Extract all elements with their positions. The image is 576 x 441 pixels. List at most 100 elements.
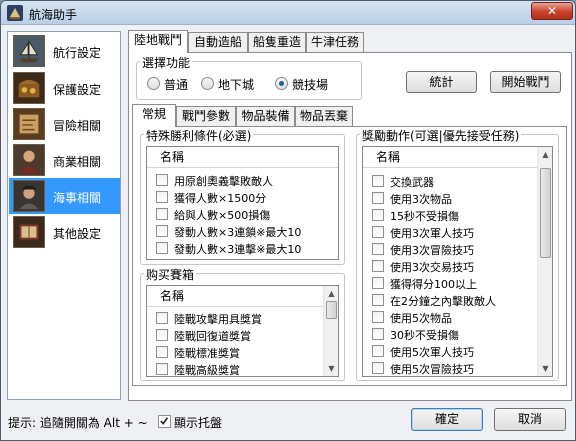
scroll-down-icon[interactable]: ▼: [538, 361, 552, 376]
ok-button[interactable]: 確定: [411, 408, 483, 431]
checkbox[interactable]: [372, 243, 384, 255]
sidebar-item-protection[interactable]: 保護設定: [9, 70, 120, 106]
sidebar-item-sailing[interactable]: 航行設定: [9, 33, 120, 69]
list-item[interactable]: 發動人數×3連鎖※最大10: [147, 223, 338, 239]
sidebar-item-other[interactable]: 其他設定: [9, 214, 120, 250]
list-item[interactable]: 15秒不受損傷: [363, 207, 537, 223]
list-item[interactable]: 獲得得分100以上: [363, 275, 537, 291]
scroll-thumb[interactable]: [326, 301, 337, 319]
list-item[interactable]: 30秒不受損傷: [363, 326, 537, 342]
hint-text: 提示: 追隨開關為 Alt + ~: [8, 416, 148, 430]
map-scroll-icon: [13, 108, 45, 140]
close-button[interactable]: ✕: [531, 2, 573, 20]
list-item[interactable]: 給與人數×500損傷: [147, 206, 338, 222]
purchase-list: 名稱 陸戰攻擊用具獎賞 陸戰回復道獎賞 陸戰標准獎賞 陸戰高級獎賞 ▲ ▼: [146, 285, 339, 377]
checkbox[interactable]: [372, 209, 384, 221]
stats-button[interactable]: 統計: [406, 71, 477, 93]
checkbox[interactable]: [156, 242, 168, 254]
radio-normal[interactable]: [147, 77, 160, 90]
scroll-up-icon[interactable]: ▲: [324, 286, 338, 301]
list-item[interactable]: 使用5次物品: [363, 309, 537, 325]
sailing-ship-icon: [13, 35, 45, 67]
checkbox[interactable]: [156, 191, 168, 203]
tab-oxford-quest[interactable]: 牛津任務: [306, 32, 364, 53]
scroll-up-icon[interactable]: ▲: [538, 147, 552, 162]
tray-label: 顯示托盤: [174, 416, 223, 430]
sidebar-item-label: 商業相關: [53, 155, 102, 169]
list-item[interactable]: 陸戰回復道獎賞: [147, 327, 323, 343]
checkbox[interactable]: [372, 345, 384, 357]
list-header-name: 名稱: [363, 147, 537, 168]
checkbox[interactable]: [156, 346, 168, 358]
app-window: 航海助手 ✕ 航行設定 保護設定 冒險相關 商業相關 海事相關 其他設定 陸地戰…: [0, 0, 576, 441]
checkbox[interactable]: [156, 329, 168, 341]
checkbox[interactable]: [372, 192, 384, 204]
checkbox[interactable]: [372, 362, 384, 374]
sidebar-item-adventure[interactable]: 冒險相關: [9, 106, 120, 142]
list-item[interactable]: 使用3次軍人技巧: [363, 224, 537, 240]
sidebar-item-label: 航行設定: [53, 46, 102, 60]
sidebar-item-maritime[interactable]: 海事相關: [9, 178, 120, 214]
close-icon: ✕: [546, 4, 558, 18]
tray-checkbox[interactable]: [158, 415, 171, 428]
radio-dungeon-label: 地下城: [218, 78, 255, 92]
checkbox[interactable]: [372, 328, 384, 340]
list-header-name: 名稱: [147, 286, 323, 307]
tab-ship-rebuild[interactable]: 船隻重造: [248, 32, 306, 53]
list-item[interactable]: 陸戰高級獎賞: [147, 361, 323, 376]
checkbox[interactable]: [372, 226, 384, 238]
app-logo-icon: [7, 5, 23, 21]
radio-normal-label: 普通: [164, 78, 189, 92]
title-bar: 航海助手 ✕: [1, 1, 575, 25]
tab-land-battle[interactable]: 陸地戰鬥: [128, 30, 188, 53]
checkbox[interactable]: [372, 294, 384, 306]
cancel-button[interactable]: 取消: [494, 408, 566, 431]
reward-actions-list: 名稱 交換武器 使用3次物品 15秒不受損傷 使用3次軍人技巧 使用3次冒險技巧…: [362, 146, 553, 377]
checkbox[interactable]: [156, 208, 168, 220]
radio-dungeon[interactable]: [201, 77, 214, 90]
list-item[interactable]: 發動人數×3連擊※最大10: [147, 240, 338, 256]
checkbox[interactable]: [156, 363, 168, 375]
list-item[interactable]: 使用3次物品: [363, 190, 537, 206]
list-item[interactable]: 獲得人數×1500分: [147, 189, 338, 205]
checkbox[interactable]: [372, 311, 384, 323]
list-item[interactable]: 陸戰標准獎賞: [147, 344, 323, 360]
tab-battle-params[interactable]: 戰鬥參數: [176, 106, 236, 127]
checkbox[interactable]: [156, 174, 168, 186]
checkbox[interactable]: [156, 225, 168, 237]
tab-general[interactable]: 常規: [132, 104, 176, 127]
list-item[interactable]: 交換武器: [363, 173, 537, 189]
start-battle-button[interactable]: 開始戰鬥: [490, 71, 561, 93]
sidebar-item-commerce[interactable]: 商業相關: [9, 142, 120, 178]
pirate-icon: [13, 180, 45, 212]
list-item[interactable]: 陸戰攻擊用具獎賞: [147, 310, 323, 326]
scroll-thumb[interactable]: [540, 168, 551, 258]
tab-item-discard[interactable]: 物品丟棄: [295, 106, 353, 127]
special-win-legend: 特殊勝利條件(必選): [144, 127, 254, 144]
list-item[interactable]: 使用3次冒險技巧: [363, 241, 537, 257]
sidebar-item-label: 海事相關: [53, 191, 102, 205]
radio-arena[interactable]: [275, 77, 288, 90]
checkbox[interactable]: [372, 277, 384, 289]
list-header-name: 名稱: [147, 147, 338, 168]
list-item[interactable]: 使用5次軍人技巧: [363, 343, 537, 359]
checkbox[interactable]: [372, 175, 384, 187]
purchase-scrollbar[interactable]: ▲ ▼: [323, 286, 338, 376]
sidebar: 航行設定 保護設定 冒險相關 商業相關 海事相關 其他設定: [7, 31, 121, 400]
checkmark-icon: [160, 417, 169, 425]
tab-auto-shipbuild[interactable]: 自動造船: [188, 32, 248, 53]
checkbox[interactable]: [372, 260, 384, 272]
list-item[interactable]: 使用3次交易技巧: [363, 258, 537, 274]
merchant-icon: [13, 144, 45, 176]
treasure-chest-icon: [13, 72, 45, 104]
tab-item-equip[interactable]: 物品裝備: [236, 106, 295, 127]
list-item[interactable]: 用原創奧義擊敗敵人: [147, 172, 338, 188]
checkbox[interactable]: [156, 312, 168, 324]
scroll-down-icon[interactable]: ▼: [324, 361, 338, 376]
list-item[interactable]: 使用5次冒險技巧: [363, 360, 537, 376]
sidebar-item-label: 其他設定: [53, 227, 102, 241]
reward-actions-scrollbar[interactable]: ▲ ▼: [537, 147, 552, 376]
window-title: 航海助手: [29, 8, 78, 22]
book-icon: [13, 216, 45, 248]
list-item[interactable]: 在2分鐘之內擊敗敵人: [363, 292, 537, 308]
